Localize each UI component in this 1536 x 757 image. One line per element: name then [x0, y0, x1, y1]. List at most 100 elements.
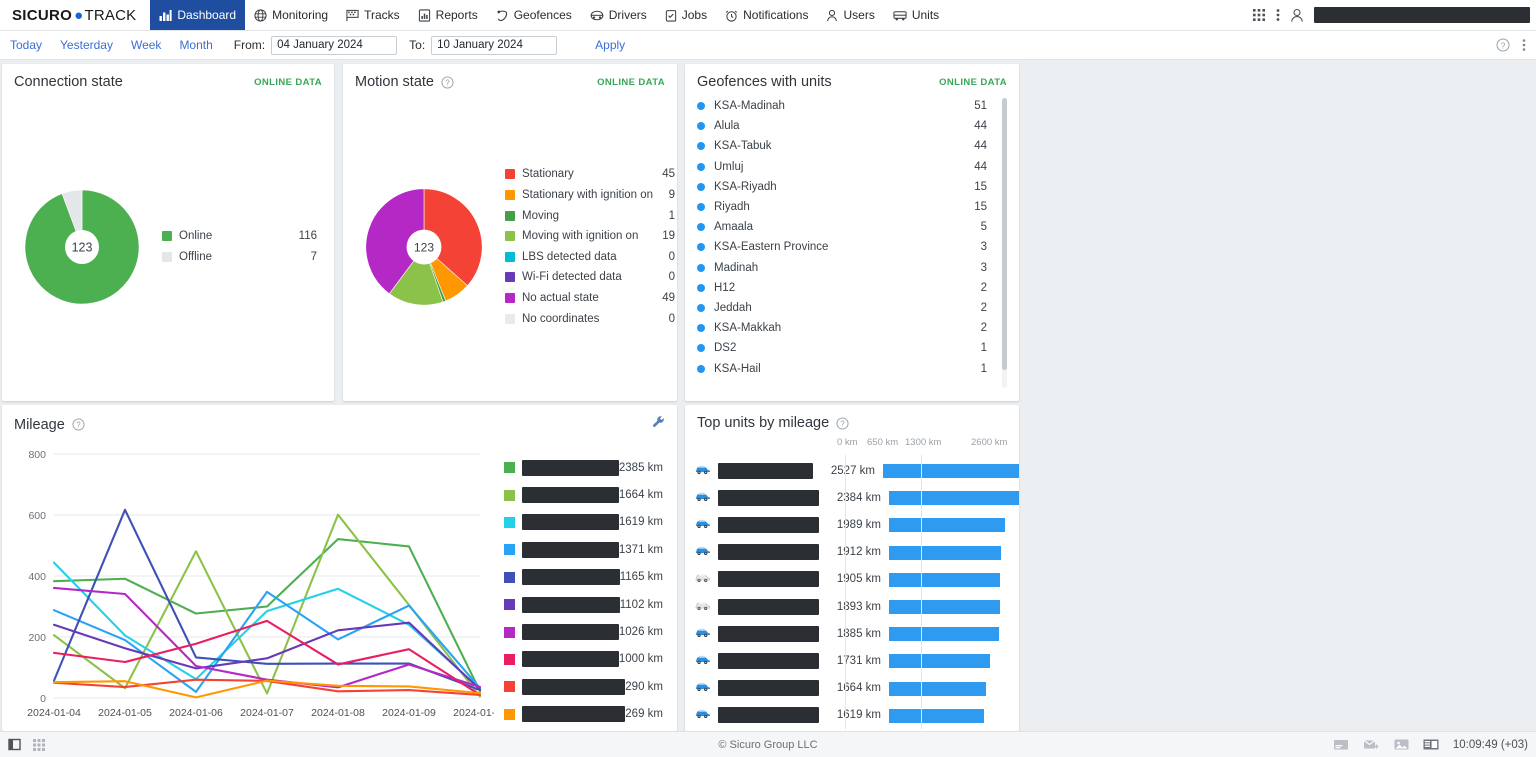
nav-item-notifications[interactable]: Notifications — [716, 0, 817, 30]
quick-range-month[interactable]: Month — [170, 38, 221, 52]
quick-range-yesterday[interactable]: Yesterday — [51, 38, 122, 52]
mileage-bar[interactable] — [889, 599, 1000, 614]
mileage-bar[interactable] — [889, 627, 1000, 642]
top-units-body[interactable]: 0 km 650 km 1300 km 2600 km 2527 km 2384 km 1… — [685, 437, 1019, 729]
legend-item[interactable]: No coordinates 0 — [505, 308, 675, 329]
geofences-scrollbar-thumb[interactable] — [1002, 98, 1007, 370]
nav-item-reports[interactable]: Reports — [409, 0, 487, 30]
nav-item-jobs[interactable]: Jobs — [656, 0, 716, 30]
nav-item-dashboard[interactable]: Dashboard — [150, 0, 246, 30]
legend-item[interactable]: No actual state 49 — [505, 288, 675, 309]
mileage-bar[interactable] — [889, 708, 984, 723]
legend-item[interactable]: Offline 7 — [162, 247, 317, 268]
unit-mileage-value: 1102 km — [619, 598, 663, 611]
geofence-row[interactable]: DS2 1 — [697, 338, 1015, 358]
mileage-legend-item[interactable]: 1000 km — [504, 646, 663, 673]
toolbar-vertical-dots-icon[interactable] — [1522, 38, 1526, 52]
message-icon[interactable] — [1333, 738, 1349, 751]
brand-logo[interactable]: SICURO ● TRACK — [0, 0, 150, 30]
unit-mileage-value: 1619 km — [836, 709, 881, 722]
mileage-bar[interactable] — [889, 654, 991, 669]
motion-donut[interactable]: 123 — [343, 185, 505, 309]
mileage-legend-item[interactable]: 290 km — [504, 673, 663, 700]
geofence-row[interactable]: H12 2 — [697, 278, 1015, 298]
grid-layout-icon[interactable] — [33, 738, 45, 751]
top-unit-row[interactable]: 1905 km — [685, 566, 1019, 593]
mileage-legend-item[interactable]: 1165 km — [504, 564, 663, 591]
geofences-list[interactable]: KSA-Madinah 51 Alula 44 KSA-Tabuk 44 Umluj 44 KS… — [685, 96, 1019, 392]
help-circle-icon[interactable]: ? — [836, 416, 849, 430]
legend-item[interactable]: Stationary with ignition on 9 — [505, 185, 675, 206]
top-unit-row[interactable]: 1893 km — [685, 593, 1019, 620]
geofence-name: H12 — [714, 281, 736, 294]
mileage-legend-item[interactable]: 1102 km — [504, 591, 663, 618]
geofence-row[interactable]: KSA-Makkah 2 — [697, 318, 1015, 338]
top-unit-row[interactable]: 1989 km — [685, 511, 1019, 538]
geofence-unit-count: 5 — [980, 221, 987, 234]
top-unit-row[interactable]: 1731 km — [685, 647, 1019, 674]
geofence-row[interactable]: KSA-Madinah 51 — [697, 96, 1015, 116]
legend-item[interactable]: Online 116 — [162, 226, 317, 247]
mileage-legend-item[interactable]: 2385 km — [504, 454, 663, 481]
geofences-scrollbar[interactable] — [1002, 98, 1007, 388]
top-unit-row[interactable]: 2384 km — [685, 484, 1019, 511]
geofence-row[interactable]: Umluj 44 — [697, 157, 1015, 177]
mileage-line-chart[interactable]: 0 200 400 600 800 2024-01-04 2024-01-05 2024-01… — [2, 440, 507, 731]
mileage-bar[interactable] — [883, 464, 1019, 478]
mail-plus-icon[interactable] — [1363, 738, 1380, 751]
mileage-bar[interactable] — [889, 518, 1006, 533]
geofence-row[interactable]: Jeddah 2 — [697, 298, 1015, 318]
layout-icon[interactable] — [1423, 738, 1439, 751]
from-date-input[interactable] — [271, 35, 398, 55]
legend-item[interactable]: Moving 1 — [505, 205, 675, 226]
apply-button[interactable]: Apply — [595, 38, 625, 52]
top-unit-row[interactable]: 1664 km — [685, 675, 1019, 702]
geofence-row[interactable]: KSA-Tabuk 44 — [697, 136, 1015, 156]
geofence-row[interactable]: Madinah 3 — [697, 258, 1015, 278]
nav-item-geofences[interactable]: Geofences — [487, 0, 581, 30]
nav-item-units[interactable]: Units — [884, 0, 948, 30]
legend-item[interactable]: Wi-Fi detected data 0 — [505, 267, 675, 288]
geofence-row[interactable]: Alula 44 — [697, 116, 1015, 136]
account-name-redacted[interactable] — [1314, 7, 1530, 23]
mileage-bar[interactable] — [889, 545, 1001, 560]
mileage-legend-item[interactable]: 1664 km — [504, 481, 663, 508]
mileage-legend-item[interactable]: 269 km — [504, 701, 663, 728]
mileage-legend-item[interactable]: 1026 km — [504, 618, 663, 645]
geofence-row[interactable]: Riyadh 15 — [697, 197, 1015, 217]
legend-item[interactable]: Moving with ignition on 19 — [505, 226, 675, 247]
mileage-bar[interactable] — [889, 572, 1001, 587]
legend-item[interactable]: Stationary 45 — [505, 164, 675, 185]
user-account-icon[interactable] — [1290, 8, 1304, 23]
mileage-legend-item[interactable]: 1619 km — [504, 509, 663, 536]
quick-range-today[interactable]: Today — [10, 38, 51, 52]
top-unit-row[interactable]: 1885 km — [685, 620, 1019, 647]
help-circle-icon[interactable]: ? — [1496, 38, 1510, 52]
top-unit-row[interactable]: 2527 km — [685, 457, 1019, 484]
geofence-row[interactable]: Amaala 5 — [697, 217, 1015, 237]
help-circle-icon[interactable]: ? — [441, 75, 454, 89]
geofence-row[interactable]: KSA-Riyadh 15 — [697, 177, 1015, 197]
help-circle-icon[interactable]: ? — [72, 418, 85, 431]
nav-item-tracks[interactable]: Tracks — [337, 0, 409, 30]
geofence-row[interactable]: KSA-Eastern Province 3 — [697, 237, 1015, 257]
nav-item-drivers[interactable]: Drivers — [581, 0, 656, 30]
to-date-input[interactable] — [431, 35, 558, 55]
mileage-bar[interactable] — [889, 491, 1019, 506]
side-panel-icon[interactable] — [8, 738, 21, 751]
legend-value: 45 — [662, 168, 675, 181]
nav-item-monitoring[interactable]: Monitoring — [245, 0, 337, 30]
top-unit-row[interactable]: 1619 km — [685, 702, 1019, 729]
vertical-dots-icon[interactable] — [1276, 8, 1280, 22]
quick-range-week[interactable]: Week — [122, 38, 170, 52]
wrench-icon[interactable] — [651, 415, 665, 434]
legend-item[interactable]: LBS detected data 0 — [505, 247, 675, 268]
mileage-bar[interactable] — [889, 681, 987, 696]
grid-apps-icon[interactable] — [1252, 8, 1266, 22]
connection-donut[interactable]: 123 — [2, 183, 162, 311]
image-icon[interactable] — [1394, 738, 1409, 751]
mileage-legend-item[interactable]: 1371 km — [504, 536, 663, 563]
geofence-row[interactable]: KSA-Hail 1 — [697, 358, 1015, 378]
top-unit-row[interactable]: 1912 km — [685, 539, 1019, 566]
nav-item-users[interactable]: Users — [817, 0, 883, 30]
